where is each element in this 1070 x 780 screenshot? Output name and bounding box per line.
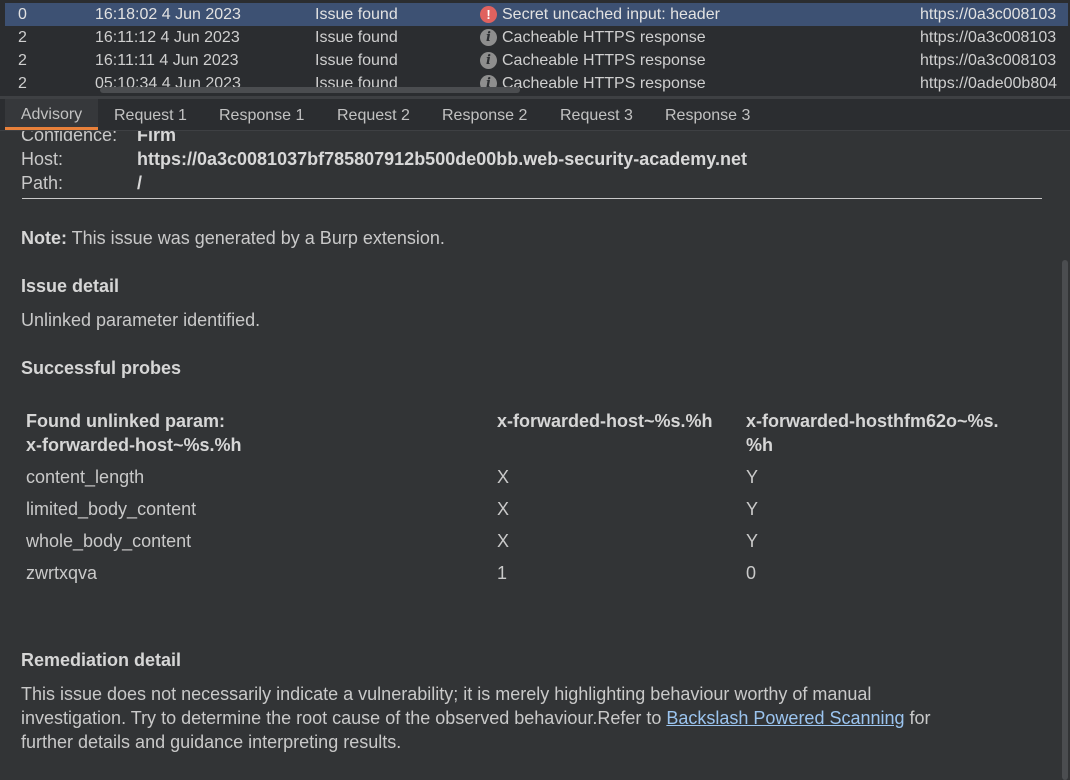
tab-request-3[interactable]: Request 3 [560,107,633,125]
row-severity: 2 [18,29,27,46]
probe-name: limited_body_content [26,499,197,519]
row-severity: 2 [18,75,27,92]
table-row[interactable]: 2 16:11:11 4 Jun 2023 Issue found i Cach… [5,49,1068,72]
probe-value: X [497,467,510,487]
tab-request-2[interactable]: Request 2 [337,107,410,125]
tab-label: Advisory [20,106,83,123]
remediation-text: for [904,708,931,728]
row-url: https://0a3c008103 [920,29,1057,46]
probe-name: content_length [26,467,145,487]
row-url: https://0a3c008103 [920,52,1057,69]
remediation-text: investigation. Try to determine the root… [21,708,667,728]
table-row[interactable]: 0 16:18:02 4 Jun 2023 Issue found ! Secr… [5,3,1068,26]
path-label: Path: [21,173,64,193]
active-tab-indicator [5,127,98,130]
successful-probes-heading: Successful probes [21,358,182,378]
backslash-powered-scanning-link[interactable]: Backslash Powered Scanning [666,708,904,728]
row-type: Issue found [315,6,398,23]
row-time: 16:11:12 4 Jun 2023 [95,29,240,46]
probe-value: 0 [746,563,757,583]
issue-activity-table: 0 16:18:02 4 Jun 2023 Issue found ! Secr… [0,0,1070,96]
warning-icon: ! [480,6,497,23]
issue-detail-text: Unlinked parameter identified. [21,310,261,330]
probe-name: whole_body_content [26,531,192,551]
note-text: This issue was generated by a Burp exten… [67,228,445,248]
tab-response-1[interactable]: Response 1 [219,107,304,125]
vertical-scrollbar[interactable] [1062,260,1068,780]
row-issue-name: Secret uncached input: header [502,6,720,23]
table-row[interactable]: 2 16:11:12 4 Jun 2023 Issue found i Cach… [5,26,1068,49]
row-url: https://0ade00b804 [920,75,1058,92]
remediation-line: This issue does not necessarily indicate… [21,684,872,704]
host-label: Host: [21,149,64,169]
probe-value: Y [746,499,759,519]
probe-value: Y [746,467,759,487]
probes-header-param: Found unlinked param: x-forwarded-host~%… [26,409,242,457]
divider [22,198,1042,199]
detail-tab-bar: Advisory Request 1 Response 1 Request 2 … [0,99,1070,131]
row-severity: 2 [18,52,27,69]
horizontal-scrollbar[interactable] [100,87,520,93]
remediation-line: further details and guidance interpretin… [21,732,402,752]
note-paragraph: Note: This issue was generated by a Burp… [21,228,445,249]
tab-request-1[interactable]: Request 1 [114,107,187,125]
tab-response-3[interactable]: Response 3 [665,107,750,125]
probes-header-line: Found unlinked param: [26,411,226,431]
note-label: Note: [21,228,67,248]
issue-detail-heading: Issue detail [21,276,120,296]
host-value: https://0a3c0081037bf785807912b500de00bb… [137,149,747,169]
probes-header-line: %h [746,435,773,455]
probes-header-col1: x-forwarded-host~%s.%h [497,411,713,431]
tab-advisory[interactable]: Advisory [5,99,98,130]
confidence-label: Confidence: [21,131,118,145]
probes-header-col2: x-forwarded-hosthfm62o~%s. %h [746,409,999,457]
info-icon: i [480,29,497,46]
probes-header-line: x-forwarded-host~%s.%h [26,435,242,455]
advisory-panel: Confidence: Firm Host: https://0a3c00810… [0,131,1062,780]
row-time: 16:18:02 4 Jun 2023 [95,6,241,23]
probe-value: X [497,531,510,551]
remediation-line: investigation. Try to determine the root… [21,708,931,729]
row-issue-name: Cacheable HTTPS response [502,75,706,92]
probes-header-line: x-forwarded-hosthfm62o~%s. [746,411,999,431]
row-type: Issue found [315,52,398,69]
row-url: https://0a3c008103 [920,6,1057,23]
probe-value: 1 [497,563,508,583]
info-icon: i [480,52,497,69]
row-issue-name: Cacheable HTTPS response [502,52,706,69]
confidence-value: Firm [137,131,177,145]
probe-value: X [497,499,510,519]
row-issue-name: Cacheable HTTPS response [502,29,706,46]
probe-name: zwrtxqva [26,563,98,583]
remediation-heading: Remediation detail [21,650,182,670]
row-severity: 0 [18,6,27,23]
tab-response-2[interactable]: Response 2 [442,107,527,125]
row-type: Issue found [315,29,398,46]
path-value: / [137,173,143,193]
probe-value: Y [746,531,759,551]
row-time: 16:11:11 4 Jun 2023 [95,52,239,69]
